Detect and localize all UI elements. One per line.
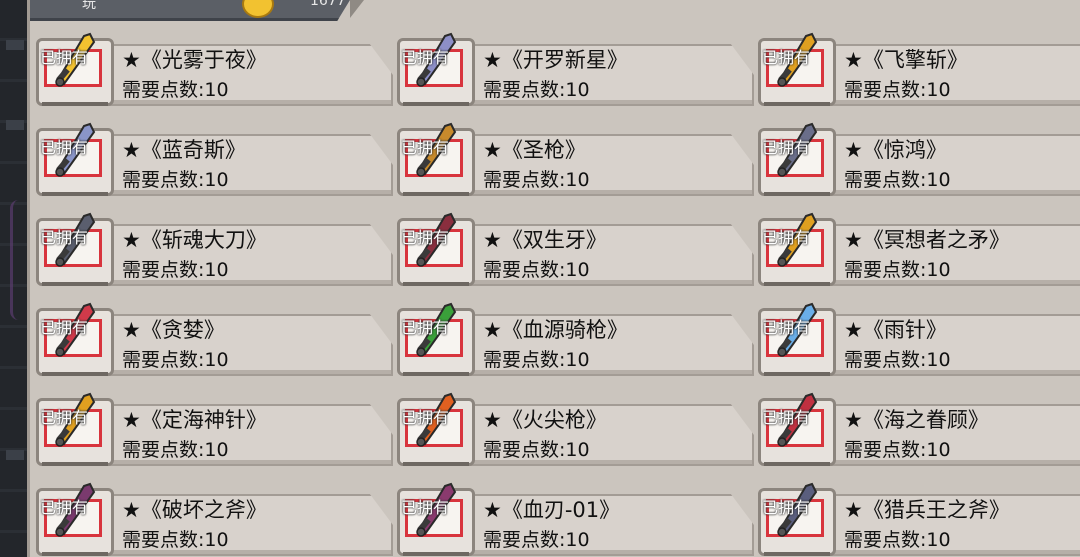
weapon-name: ★《冥想者之矛》	[844, 228, 1010, 252]
weapon-name: ★《圣枪》	[483, 138, 586, 162]
owned-label: 已拥有	[40, 408, 89, 427]
weapon-name: ★《海之眷顾》	[844, 408, 989, 432]
owned-label: 已拥有	[40, 228, 89, 247]
background-strip	[0, 0, 30, 557]
weapon-name: ★《光雾于夜》	[122, 48, 267, 72]
owned-label: 已拥有	[401, 138, 450, 157]
owned-label: 已拥有	[401, 408, 450, 427]
weapon-name: ★《猎兵王之斧》	[844, 498, 1010, 522]
weapon-card[interactable]: 已拥有 ★《飞擎斩》 需要点数:10	[752, 30, 1080, 106]
weapon-card[interactable]: 已拥有 ★《开罗新星》 需要点数:10	[391, 30, 754, 106]
weapon-cost: 需要点数:10	[483, 349, 590, 371]
weapon-cost: 需要点数:10	[844, 349, 951, 371]
weapon-card[interactable]: 已拥有 ★《冥想者之矛》 需要点数:10	[752, 210, 1080, 286]
weapon-cost: 需要点数:10	[122, 259, 229, 281]
owned-label: 已拥有	[762, 228, 811, 247]
wall-block	[6, 120, 24, 130]
weapon-cost: 需要点数:10	[122, 439, 229, 461]
coin-count: 1677	[310, 0, 346, 9]
owned-label: 已拥有	[401, 48, 450, 67]
weapon-name: ★《惊鸿》	[844, 138, 947, 162]
header-label: 玩	[82, 0, 96, 12]
weapon-name: ★《破坏之斧》	[122, 498, 267, 522]
wall-block	[6, 40, 24, 50]
weapon-card[interactable]: 已拥有 ★《血源骑枪》 需要点数:10	[391, 300, 754, 376]
weapon-card[interactable]: 已拥有 ★《雨针》 需要点数:10	[752, 300, 1080, 376]
weapon-cost: 需要点数:10	[844, 439, 951, 461]
weapon-cost: 需要点数:10	[122, 529, 229, 551]
weapon-cost: 需要点数:10	[483, 169, 590, 191]
weapon-cost: 需要点数:10	[844, 259, 951, 281]
weapon-name: ★《斩魂大刀》	[122, 228, 267, 252]
coin-icon	[242, 0, 274, 18]
weapon-name: ★《定海神针》	[122, 408, 267, 432]
weapon-cost: 需要点数:10	[483, 439, 590, 461]
weapon-cost: 需要点数:10	[122, 169, 229, 191]
weapon-card[interactable]: 已拥有 ★《破坏之斧》 需要点数:10	[30, 480, 393, 556]
owned-label: 已拥有	[401, 318, 450, 337]
owned-label: 已拥有	[762, 138, 811, 157]
weapon-cost: 需要点数:10	[483, 529, 590, 551]
weapon-card[interactable]: 已拥有 ★《猎兵王之斧》 需要点数:10	[752, 480, 1080, 556]
weapon-card[interactable]: 已拥有 ★《火尖枪》 需要点数:10	[391, 390, 754, 466]
weapon-name: ★《血源骑枪》	[483, 318, 628, 342]
owned-label: 已拥有	[401, 498, 450, 517]
top-header: 玩 1677	[30, 0, 350, 21]
weapon-card[interactable]: 已拥有 ★《蓝奇斯》 需要点数:10	[30, 120, 393, 196]
weapon-card[interactable]: 已拥有 ★《惊鸿》 需要点数:10	[752, 120, 1080, 196]
weapon-card[interactable]: 已拥有 ★《血刃-01》 需要点数:10	[391, 480, 754, 556]
owned-label: 已拥有	[401, 228, 450, 247]
weapon-cost: 需要点数:10	[844, 529, 951, 551]
weapon-cost: 需要点数:10	[483, 79, 590, 101]
owned-label: 已拥有	[40, 498, 89, 517]
weapon-card[interactable]: 已拥有 ★《贪婪》 需要点数:10	[30, 300, 393, 376]
owned-label: 已拥有	[762, 498, 811, 517]
weapon-cost: 需要点数:10	[844, 169, 951, 191]
weapon-card[interactable]: 已拥有 ★《海之眷顾》 需要点数:10	[752, 390, 1080, 466]
weapon-cost: 需要点数:10	[483, 259, 590, 281]
wall-block	[6, 450, 24, 460]
weapon-name: ★《双生牙》	[483, 228, 607, 252]
weapon-name: ★《飞擎斩》	[844, 48, 968, 72]
weapon-name: ★《开罗新星》	[483, 48, 628, 72]
weapon-card[interactable]: 已拥有 ★《双生牙》 需要点数:10	[391, 210, 754, 286]
weapon-cost: 需要点数:10	[122, 349, 229, 371]
weapon-card[interactable]: 已拥有 ★《定海神针》 需要点数:10	[30, 390, 393, 466]
weapon-card[interactable]: 已拥有 ★《斩魂大刀》 需要点数:10	[30, 210, 393, 286]
weapon-card[interactable]: 已拥有 ★《光雾于夜》 需要点数:10	[30, 30, 393, 106]
owned-label: 已拥有	[762, 48, 811, 67]
owned-label: 已拥有	[762, 408, 811, 427]
owned-label: 已拥有	[762, 318, 811, 337]
weapon-cost: 需要点数:10	[844, 79, 951, 101]
weapon-name: ★《蓝奇斯》	[122, 138, 246, 162]
background-glow	[10, 200, 27, 320]
weapon-name: ★《雨针》	[844, 318, 947, 342]
weapon-name: ★《血刃-01》	[483, 498, 621, 522]
owned-label: 已拥有	[40, 318, 89, 337]
weapon-cost: 需要点数:10	[122, 79, 229, 101]
owned-label: 已拥有	[40, 48, 89, 67]
weapon-name: ★《贪婪》	[122, 318, 225, 342]
weapon-card[interactable]: 已拥有 ★《圣枪》 需要点数:10	[391, 120, 754, 196]
weapon-name: ★《火尖枪》	[483, 408, 607, 432]
owned-label: 已拥有	[40, 138, 89, 157]
